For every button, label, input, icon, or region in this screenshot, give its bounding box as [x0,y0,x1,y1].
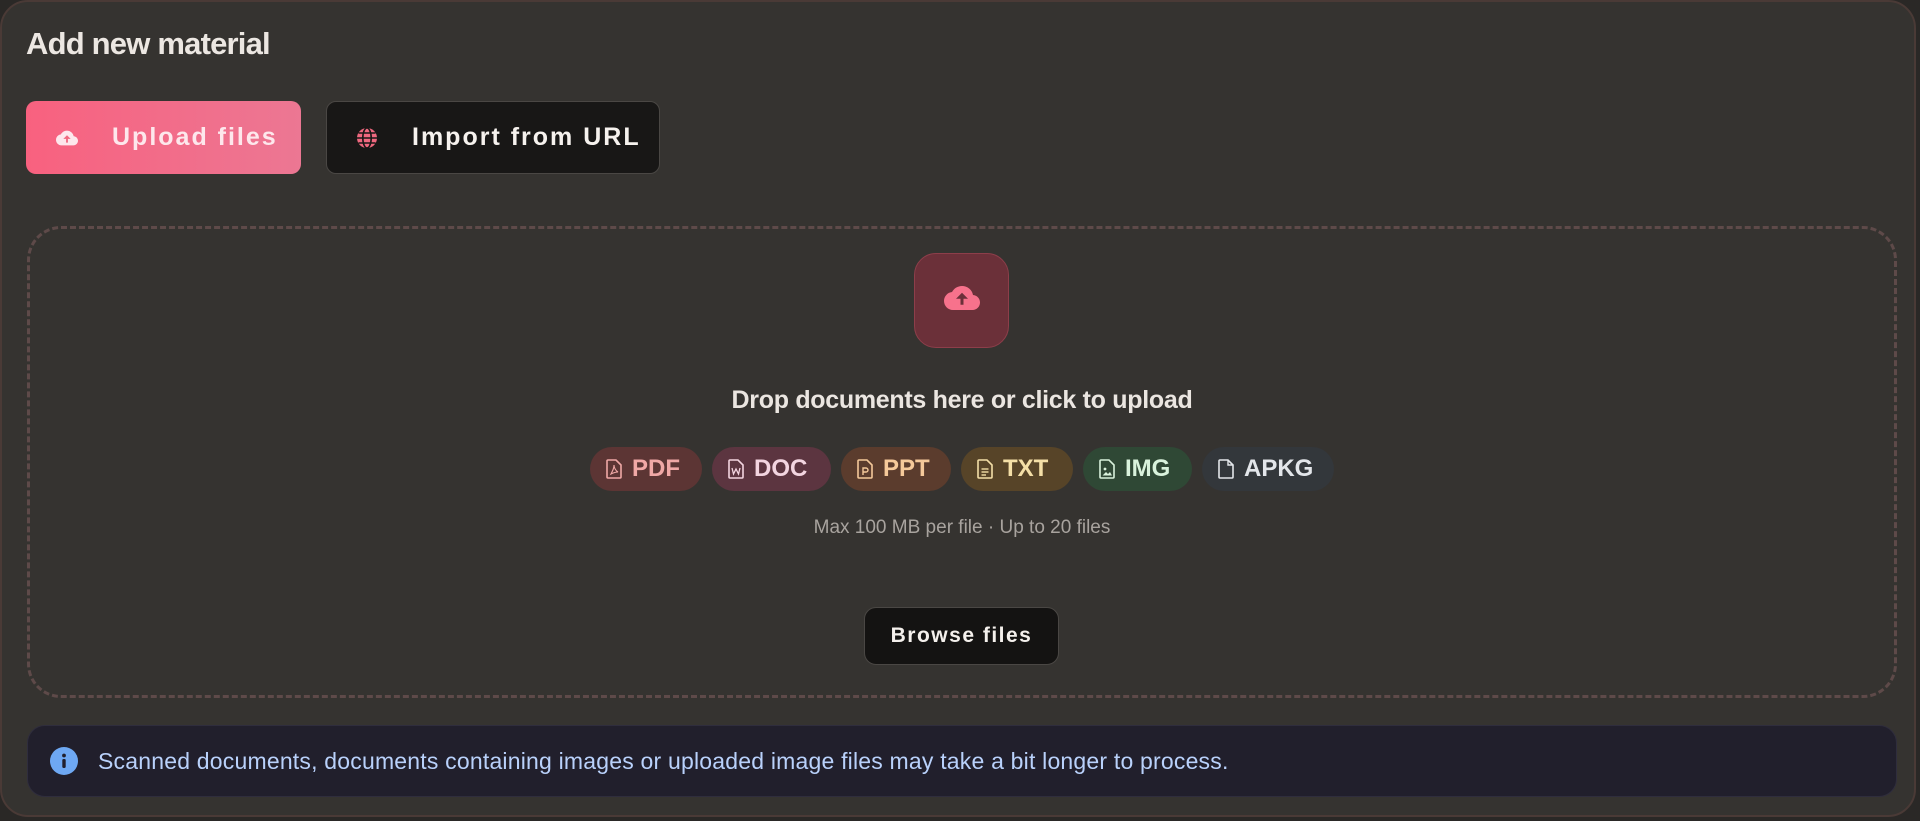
file-icon [1218,459,1234,479]
format-chip-txt: TXT [961,447,1073,491]
format-chip-apkg: APKG [1202,447,1334,491]
tab-upload-files[interactable]: Upload files [26,101,301,174]
dropzone-prompt: Drop documents here or click to upload [731,386,1193,414]
browse-files-button[interactable]: Browse files [864,607,1059,665]
add-material-panel: Add new material Upload files Import fro… [0,0,1916,817]
format-label: PPT [883,455,930,482]
format-chip-pdf: PDF [590,447,702,491]
upload-limits: Max 100 MB per file · Up to 20 files [813,517,1111,538]
format-label: APKG [1244,455,1314,482]
globe-icon [355,126,379,150]
cloud-upload-icon [55,126,79,150]
file-format-list: PDF DOC PPT TXT IMG APKG [590,447,1334,491]
upload-badge [914,253,1009,348]
word-file-icon [728,459,744,479]
powerpoint-file-icon [857,459,873,479]
cloud-upload-icon [943,283,980,318]
page-title: Add new material [26,26,271,61]
text-file-icon [977,459,993,479]
format-label: IMG [1125,455,1171,482]
format-chip-img: IMG [1083,447,1192,491]
image-file-icon [1099,459,1115,479]
processing-notice-text: Scanned documents, documents containing … [98,747,1229,774]
pdf-file-icon [606,459,622,479]
processing-notice: Scanned documents, documents containing … [27,725,1897,797]
format-label: TXT [1003,455,1049,482]
tab-upload-files-label: Upload files [112,123,278,151]
info-icon [50,747,78,775]
tab-import-from-url[interactable]: Import from URL [326,101,660,174]
format-label: PDF [632,455,680,482]
tab-import-from-url-label: Import from URL [412,123,641,151]
format-chip-doc: DOC [712,447,831,491]
format-chip-ppt: PPT [841,447,951,491]
format-label: DOC [754,455,808,482]
